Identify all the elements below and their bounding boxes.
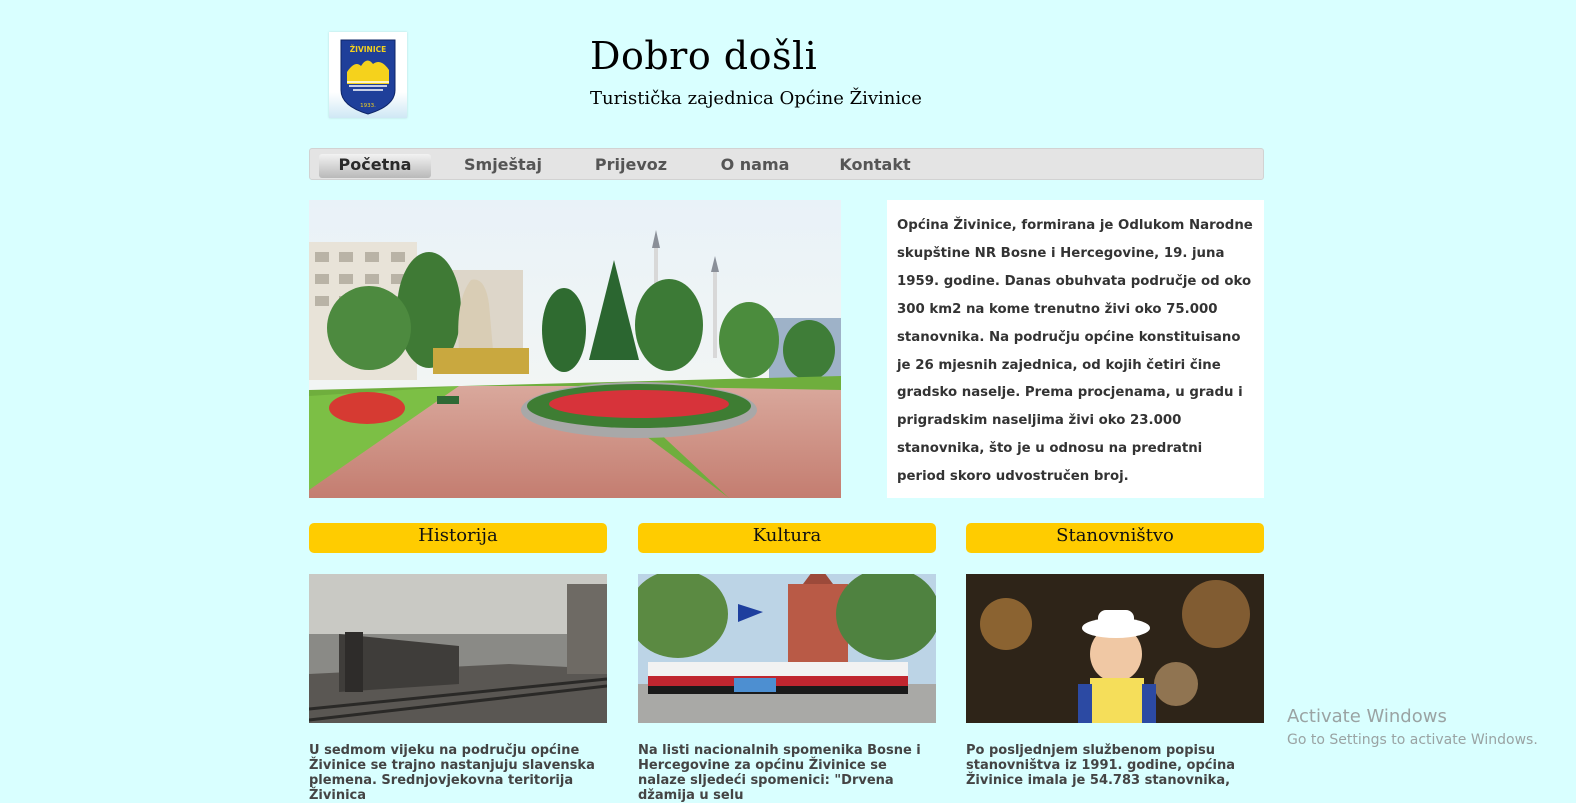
section-heading-stanovnistvo[interactable]: Stanovništvo — [966, 523, 1264, 553]
nav-item-prijevoz[interactable]: Prijevoz — [576, 154, 686, 178]
kultura-text: Na listi nacionalnih spomenika Bosne i H… — [638, 743, 921, 803]
nav-item-pocetna[interactable]: Početna — [319, 154, 431, 178]
intro-box: Općina Živinice, formirana je Odlukom Na… — [887, 200, 1264, 498]
stanovnistvo-text: Po posljednjem službenom popisu stanovni… — [966, 743, 1235, 788]
section-heading-historija[interactable]: Historija — [309, 523, 607, 553]
page-subtitle: Turistička zajednica Općine Živinice — [590, 88, 922, 109]
svg-text:ŽIVINICE: ŽIVINICE — [350, 45, 387, 54]
svg-text:1933.: 1933. — [360, 103, 376, 109]
kultura-image — [638, 574, 936, 723]
nav-item-o-nama[interactable]: O nama — [700, 154, 810, 178]
main-navigation: Početna Smještaj Prijevoz O nama Kontakt — [309, 148, 1264, 180]
stanovnistvo-image — [966, 574, 1264, 723]
intro-text: Općina Živinice, formirana je Odlukom Na… — [897, 218, 1253, 485]
historija-image — [309, 574, 607, 723]
activate-windows-title: Activate Windows — [1287, 706, 1447, 727]
section-heading-kultura[interactable]: Kultura — [638, 523, 936, 553]
historija-text: U sedmom vijeku na području općine Živin… — [309, 743, 595, 803]
hero-image — [309, 200, 841, 498]
activate-windows-subtitle: Go to Settings to activate Windows. — [1287, 732, 1538, 748]
page-title: Dobro došli — [590, 34, 818, 78]
nav-item-kontakt[interactable]: Kontakt — [820, 154, 930, 178]
nav-item-smjestaj[interactable]: Smještaj — [448, 154, 558, 178]
site-logo[interactable]: ŽIVINICE 1933. — [329, 32, 407, 118]
